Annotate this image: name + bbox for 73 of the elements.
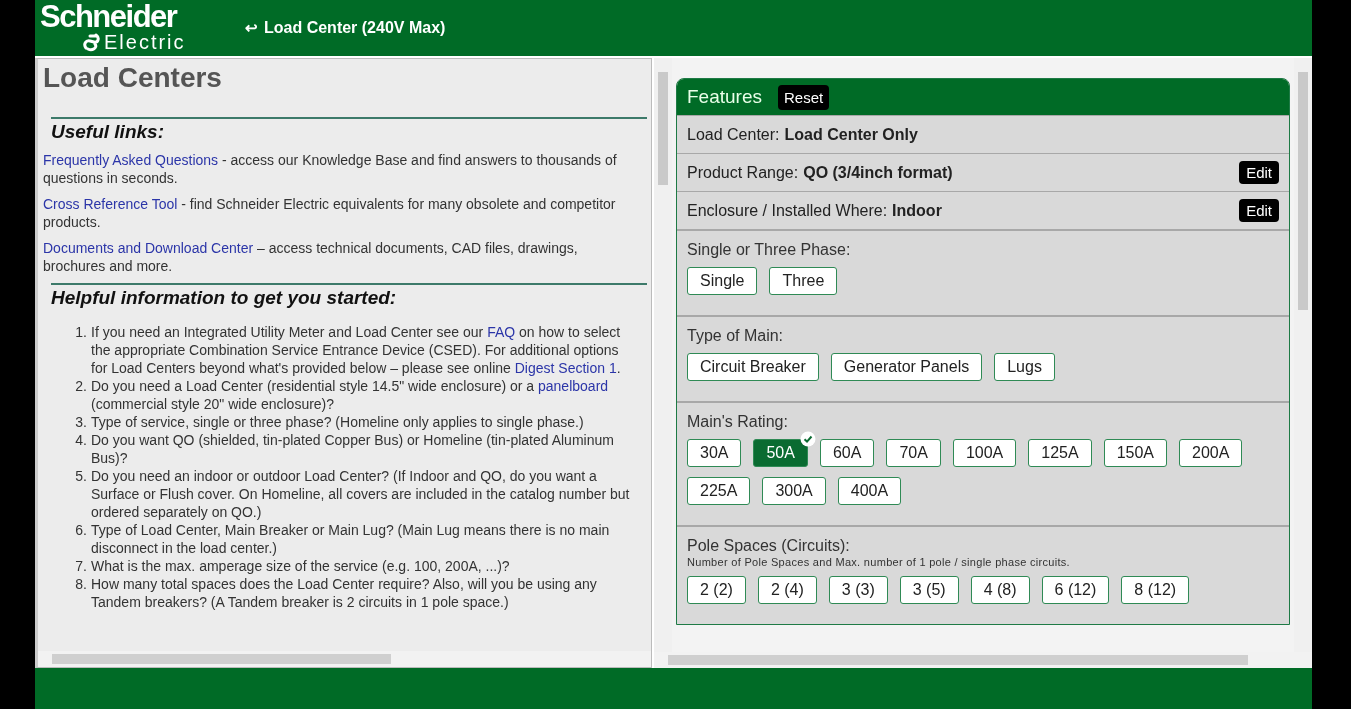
panel-title: Features [687,86,762,108]
step-number: 2. [74,377,87,396]
option-button[interactable]: 2 (4) [757,576,817,604]
link[interactable]: Frequently Asked Questions [43,152,219,168]
option-button[interactable]: Lugs [994,353,1055,381]
edit-button[interactable]: Edit [1239,199,1279,222]
option-button[interactable]: 60A [819,439,875,467]
step-text: Do you want QO (shielded, tin-plated Copper Bus) or Homeline (tin-plated Aluminum Bus)? [91,431,615,467]
feature-label: Enclosure / Installed Where: [687,201,888,220]
option-group-note: Number of Pole Spaces and Max. number of 1 pole / single phase circuits. [687,556,1071,568]
step-text: Do you need an indoor or outdoor Load Center? (If Indoor and QO, do you want a Surface or Flush cover. On Homeline, all covers are included in the catalog number but ordered separately on QO.) [91,467,631,521]
option-button[interactable]: Circuit Breaker [687,353,819,381]
step-number: 6. [74,521,87,540]
step-number: 1. [74,323,87,342]
option-group-title: Single or Three Phase: [687,241,852,259]
step-number: 5. [74,467,87,486]
edit-button[interactable]: Edit [1239,161,1279,184]
step-number: 4. [74,431,87,450]
feature-label: Load Center: [687,125,780,144]
option-button[interactable]: 8 (12) [1121,576,1190,604]
help-heading: Helpful information to get you started: [51,289,398,307]
check-icon [799,431,816,447]
horizontal-scrollbar[interactable] [38,651,651,667]
step-number: 3. [74,413,87,431]
link[interactable]: Cross Reference Tool [43,196,178,212]
link[interactable]: Documents and Download Center [43,240,254,256]
option-button[interactable]: Single [687,267,758,295]
option-button[interactable]: 200A [1179,439,1243,467]
link-description: Cross Reference Tool - find Schneider Electric equivalents for many obsolete and competitor products. [43,195,617,231]
logo-subtitle: Electric [104,31,186,52]
back-link[interactable]: ↩ [245,19,258,37]
option-button[interactable]: 50A [753,439,808,467]
links-heading: Useful links: [51,123,165,141]
option-button[interactable]: 225A [687,477,751,505]
option-group-title: Pole Spaces (Circuits): [687,537,851,555]
feature-label: Product Range: [687,163,799,182]
logo-icon [82,31,102,52]
option-button[interactable]: 150A [1103,439,1167,467]
link[interactable]: FAQ [487,324,516,340]
option-button[interactable]: Generator Panels [830,353,983,381]
link-description: Frequently Asked Questions - access our Knowledge Base and find answers to thousands of questions in seconds. [43,151,618,187]
link-description: Documents and Download Center – access technical documents, CAD files, drawings, brochures and more. [43,239,579,275]
option-button[interactable]: 30A [687,439,742,467]
step-text: If you need an Integrated Utility Meter and Load Center see our FAQ on how to select the appropriate Combination Service Entrance Device (CSED). For additional options for Load Centers beyond what's provided below – please see online Digest Section 1. [91,323,622,377]
logo-wordmark: Schneider [40,0,178,32]
page-title: Load Center (240V Max) [264,19,446,37]
option-group-title: Main's Rating: [687,413,789,431]
option-group-title: Type of Main: [687,327,785,345]
step-text: Do you need a Load Center (residential style 14.5" wide enclosure) or a panelboard (commercial style 20" wide enclosure)? [91,377,610,413]
reset-button[interactable]: Reset [778,84,830,110]
step-text: Type of Load Center, Main Breaker or Main Lug? (Main Lug means there is no main disconnect in the load center.) [91,521,611,557]
option-button[interactable]: 100A [952,439,1017,467]
option-button[interactable]: 300A [762,477,826,505]
option-button[interactable]: 2 (2) [687,576,746,604]
feature-value: Indoor [892,201,942,220]
step-text: How many total spaces does the Load Center require? Also, will you be using any Tandem breakers? (A Tandem breaker is 2 circuits in 1 pole space.) [91,575,598,611]
step-text: Type of service, single or three phase? (Homeline only applies to single phase.) [91,413,585,431]
option-button[interactable]: 6 (12) [1041,576,1110,604]
option-button[interactable]: 4 (8) [970,576,1030,604]
link[interactable]: Digest Section 1 [514,360,617,376]
feature-value: QO (3/4inch format) [803,163,953,182]
option-button[interactable]: 125A [1028,439,1092,467]
option-button[interactable]: Three [769,267,838,295]
step-number: 7. [74,557,87,575]
step-number: 8. [74,575,87,594]
option-button[interactable]: 3 (5) [899,576,959,604]
feature-value: Load Center Only [784,125,918,144]
option-button[interactable]: 3 (3) [828,576,888,604]
step-text: What is the max. amperage size of the service (e.g. 100, 200A, ...)? [91,557,511,575]
option-button[interactable]: 70A [886,439,941,467]
link[interactable]: panelboard [538,378,609,394]
option-button[interactable]: 400A [837,477,902,505]
section-title: Load Centers [43,61,223,95]
